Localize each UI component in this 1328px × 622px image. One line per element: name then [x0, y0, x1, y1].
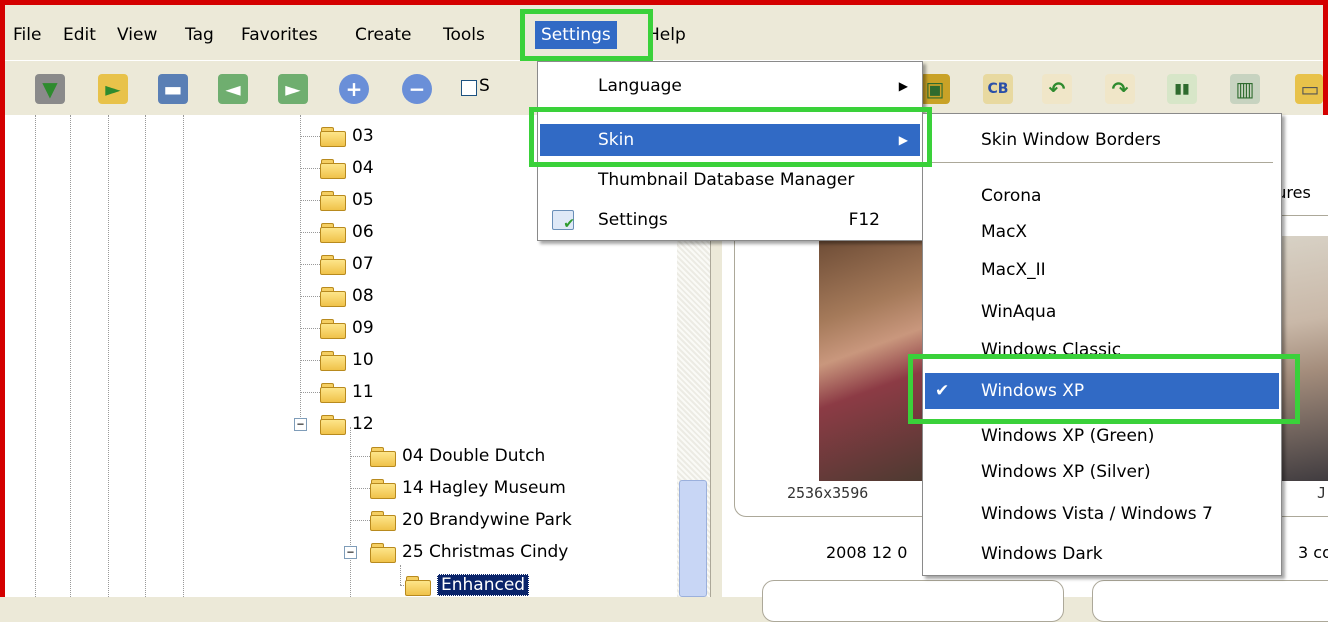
- back-icon[interactable]: ◄: [218, 74, 248, 104]
- menu-item-skin-option[interactable]: WinAqua: [925, 296, 1279, 328]
- folder-icon: [370, 510, 396, 531]
- menu-file[interactable]: File: [13, 23, 41, 47]
- tree-guide: [70, 115, 71, 597]
- tree-node-07[interactable]: 07: [320, 249, 374, 279]
- tree-scrollbar-thumb[interactable]: [679, 480, 707, 597]
- tree-node-12[interactable]: 12: [320, 409, 374, 439]
- collapse-12-toggle[interactable]: −: [294, 418, 307, 431]
- settings-dropdown: Language ▶ Skin ▶ Thumbnail Database Man…: [537, 61, 923, 241]
- folder-icon: [320, 318, 346, 339]
- tree-guide: [183, 115, 184, 597]
- thumbnail-photo: [819, 236, 939, 481]
- menu-item-skin-window-borders[interactable]: Skin Window Borders: [925, 124, 1279, 156]
- camera-icon[interactable]: ▼: [35, 74, 65, 104]
- menu-create[interactable]: Create: [355, 23, 412, 47]
- tree-node-brandywine-park[interactable]: 20 Brandywine Park: [370, 505, 572, 535]
- text-abc-icon[interactable]: CB: [983, 74, 1013, 104]
- rotate-left-icon[interactable]: ↶: [1042, 74, 1072, 104]
- menu-item-settings[interactable]: ✔ Settings F12: [540, 204, 920, 236]
- menu-separator: [931, 162, 1273, 163]
- menu-favorites[interactable]: Favorites: [241, 23, 318, 47]
- menu-item-skin-option[interactable]: Windows XP (Silver): [925, 456, 1279, 488]
- tree-guide: [350, 427, 351, 597]
- menu-tools[interactable]: Tools: [443, 23, 485, 47]
- thumbnail-card[interactable]: [1092, 580, 1328, 622]
- thumbnail-caption: 3 cop: [1298, 543, 1328, 562]
- forward-icon[interactable]: ►: [278, 74, 308, 104]
- folder-icon: [320, 126, 346, 147]
- frame-icon[interactable]: ▣: [920, 74, 950, 104]
- menu-help[interactable]: Help: [647, 23, 686, 47]
- menu-edit[interactable]: Edit: [63, 23, 96, 47]
- folder-icon: [320, 254, 346, 275]
- tree-node-04[interactable]: 04: [320, 153, 374, 183]
- folder-icon: [370, 446, 396, 467]
- submenu-arrow-icon: ▶: [898, 79, 908, 93]
- collapse-christmas-toggle[interactable]: −: [344, 546, 357, 559]
- menu-item-thumbnail-db-manager[interactable]: Thumbnail Database Manager: [540, 164, 920, 196]
- thumbnail-dimensions: J: [1317, 484, 1327, 502]
- tree-node-10[interactable]: 10: [320, 345, 374, 375]
- zoom-out-icon[interactable]: −: [402, 74, 432, 104]
- folder-icon: [370, 478, 396, 499]
- skin-submenu: Skin Window Borders Corona MacX MacX_II …: [922, 113, 1282, 576]
- thumbnail-caption: 2008 12 0: [826, 543, 908, 562]
- zoom-in-icon[interactable]: +: [339, 74, 369, 104]
- tree-node-christmas-cindy[interactable]: 25 Christmas Cindy: [370, 537, 568, 567]
- tree-guide: [35, 115, 36, 597]
- folder-icon: [320, 222, 346, 243]
- menu-item-skin-windows-xp[interactable]: ✔ Windows XP: [925, 373, 1279, 409]
- menu-item-skin-option[interactable]: MacX: [925, 216, 1279, 248]
- menu-item-skin-option[interactable]: Windows Classic: [925, 334, 1279, 354]
- tree-node-03[interactable]: 03: [320, 121, 374, 151]
- folder-icon: [370, 542, 396, 563]
- folder-open-icon[interactable]: ►: [98, 74, 128, 104]
- compare-icon[interactable]: ▮▮: [1167, 74, 1197, 104]
- menu-tag[interactable]: Tag: [185, 23, 214, 47]
- menu-bar: File Edit View Tag Favorites Create Tool…: [5, 5, 1323, 60]
- filmstrip-icon[interactable]: ▥: [1230, 74, 1260, 104]
- tree-node-09[interactable]: 09: [320, 313, 374, 343]
- thumbnail-dimensions: 2536x3596: [787, 484, 869, 502]
- rotate-right-icon[interactable]: ↷: [1105, 74, 1135, 104]
- menu-item-language[interactable]: Language ▶: [540, 70, 920, 102]
- menu-item-skin-option[interactable]: Windows XP (Green): [925, 420, 1279, 452]
- toolbar-checkbox[interactable]: [461, 80, 477, 96]
- tree-guide: [300, 115, 301, 425]
- tree-node-06[interactable]: 06: [320, 217, 374, 247]
- menu-item-skin-option[interactable]: MacX_II: [925, 254, 1279, 286]
- checkmark-icon: ✔: [935, 381, 950, 401]
- menu-item-skin-option[interactable]: Windows Vista / Windows 7: [925, 498, 1279, 530]
- menu-item-skin-option[interactable]: Windows Dark: [925, 538, 1279, 570]
- toolbar-checkbox-label: S: [479, 76, 490, 96]
- tree-node-05[interactable]: 05: [320, 185, 374, 215]
- tree-node-enhanced[interactable]: Enhanced: [405, 570, 530, 597]
- tree-node-11[interactable]: 11: [320, 377, 374, 407]
- folder-icon: [320, 414, 346, 435]
- folder-icon: [320, 158, 346, 179]
- folder-icon: [320, 286, 346, 307]
- tree-node-08[interactable]: 08: [320, 281, 374, 311]
- menu-settings[interactable]: Settings: [535, 21, 617, 49]
- menu-item-skin-option[interactable]: Corona: [925, 180, 1279, 212]
- tree-node-hagley-museum[interactable]: 14 Hagley Museum: [370, 473, 566, 503]
- menu-view[interactable]: View: [117, 23, 157, 47]
- folder-open-icon: [405, 575, 431, 596]
- slideshow-icon[interactable]: ▭: [1295, 74, 1323, 104]
- thumbnail-card[interactable]: [762, 580, 1064, 622]
- tree-guide: [108, 115, 109, 597]
- folder-icon: [320, 350, 346, 371]
- settings-icon: ✔: [552, 210, 575, 231]
- menu-item-skin[interactable]: Skin ▶: [540, 124, 920, 156]
- submenu-arrow-icon: ▶: [898, 133, 908, 147]
- tree-guide: [145, 115, 146, 597]
- folder-icon: [320, 190, 346, 211]
- tree-node-double-dutch[interactable]: 04 Double Dutch: [370, 441, 545, 471]
- save-icon[interactable]: ▬: [158, 74, 188, 104]
- folder-icon: [320, 382, 346, 403]
